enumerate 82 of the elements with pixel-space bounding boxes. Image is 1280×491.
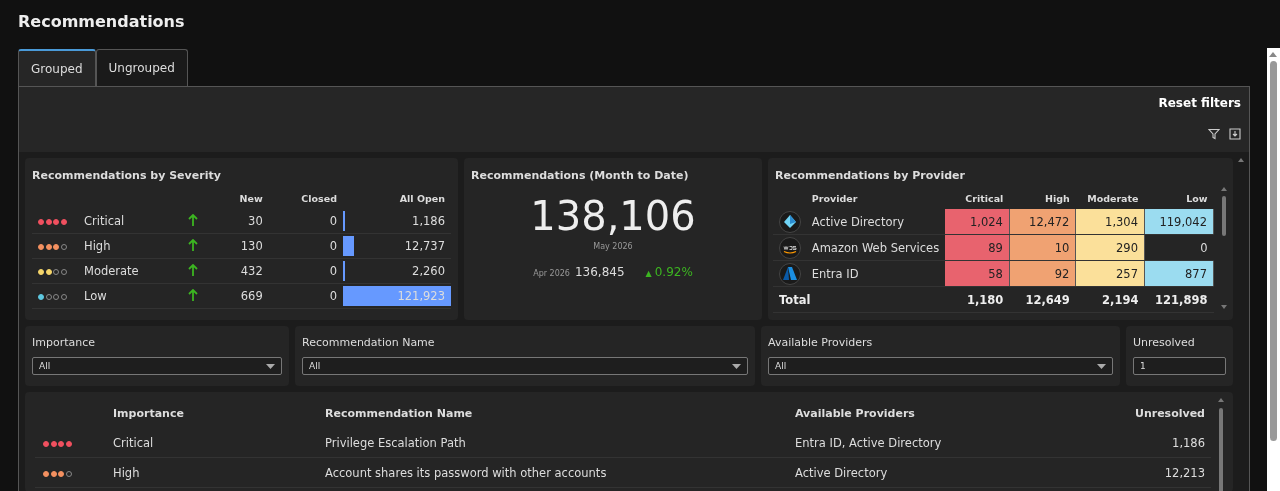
previous-value: 136,845 bbox=[574, 265, 625, 279]
total-cell: 2,194 bbox=[1075, 286, 1145, 313]
heatmap-cell: 58 bbox=[945, 260, 1010, 287]
filter-label: Recommendation Name bbox=[302, 336, 436, 349]
table-cell: 1,186 bbox=[1066, 428, 1211, 458]
severity-label: Low bbox=[78, 283, 182, 309]
filter-dropdown[interactable]: All bbox=[32, 357, 282, 375]
table-cell-text: 2,260 bbox=[412, 264, 446, 278]
column-header: New bbox=[238, 191, 264, 206]
up-arrow-icon bbox=[187, 288, 198, 301]
page-title: Recommendations bbox=[18, 11, 186, 33]
tab[interactable]: Grouped bbox=[18, 49, 96, 86]
column-header: Provider bbox=[805, 187, 946, 209]
heatmap-cell: 10 bbox=[1009, 234, 1076, 261]
kpi-value: 138,106 bbox=[530, 196, 696, 236]
filter-icon[interactable] bbox=[1208, 128, 1220, 140]
total-cell: 1,180 bbox=[945, 286, 1010, 313]
azure-logo-icon bbox=[779, 262, 801, 285]
heatmap-cell: 1,304 bbox=[1075, 209, 1145, 235]
column-header: Moderate bbox=[1075, 187, 1145, 209]
table-cell: Entra ID, Active Directory bbox=[789, 428, 1067, 458]
caret-icon bbox=[732, 363, 741, 369]
scrollbar[interactable] bbox=[1217, 398, 1225, 491]
column-header: High bbox=[1009, 187, 1076, 209]
up-arrow-icon bbox=[187, 213, 198, 226]
filter-input[interactable]: 1 bbox=[1133, 357, 1226, 375]
column-header: Unresolved bbox=[1133, 405, 1206, 422]
period-label: May 2026 bbox=[593, 242, 633, 251]
caret-icon bbox=[1097, 363, 1106, 369]
total-cell: 121,898 bbox=[1144, 286, 1214, 313]
column-header: All Open bbox=[398, 191, 446, 206]
column-header: Critical bbox=[945, 187, 1010, 209]
card-title: Recommendations by Severity bbox=[31, 168, 222, 182]
heatmap-cell: 0 bbox=[1144, 234, 1214, 261]
filter-label: Importance bbox=[32, 336, 97, 349]
filter-dropdown[interactable]: All bbox=[768, 357, 1113, 375]
total-cell: 12,649 bbox=[1009, 286, 1076, 313]
filter-label: Unresolved bbox=[1133, 336, 1196, 349]
heatmap-cell: 89 bbox=[945, 234, 1010, 261]
severity-label: High bbox=[78, 233, 182, 259]
heatmap-cell: 92 bbox=[1009, 260, 1076, 287]
column-header: Low bbox=[1144, 187, 1214, 209]
table-cell: Account shares its password with other accounts bbox=[319, 457, 789, 488]
column-header: Available Providers bbox=[794, 405, 916, 422]
previous-period-label: Apr 2026 bbox=[533, 269, 570, 278]
change-percent: 0.92% bbox=[654, 265, 693, 279]
filter-label: Available Providers bbox=[768, 336, 874, 349]
heatmap-cell: 12,472 bbox=[1009, 209, 1076, 235]
caret-icon bbox=[266, 363, 275, 369]
download-icon[interactable] bbox=[1229, 128, 1241, 140]
heatmap-cell: 877 bbox=[1144, 260, 1214, 287]
table-cell: 432 bbox=[213, 258, 269, 284]
card-title: Recommendations by Provider bbox=[774, 168, 966, 182]
table-cell-text: 12,737 bbox=[404, 239, 446, 253]
table-cell: Privilege Escalation Path bbox=[319, 428, 789, 458]
table-cell-text: 1,186 bbox=[412, 214, 446, 228]
table-cell: Active Directory bbox=[789, 457, 1067, 488]
filter-dropdown[interactable]: All bbox=[302, 357, 748, 375]
table-cell: Critical bbox=[107, 428, 319, 458]
table-cell: 130 bbox=[213, 233, 269, 259]
table-cell-text: 121,923 bbox=[397, 289, 446, 303]
column-header: Importance bbox=[112, 405, 185, 422]
reset-filters-link[interactable]: Reset filters bbox=[1158, 96, 1241, 110]
severity-label: Moderate bbox=[78, 258, 182, 284]
up-arrow-icon bbox=[187, 263, 198, 276]
up-arrow-icon bbox=[187, 238, 198, 251]
table-cell: 30 bbox=[213, 209, 269, 234]
heatmap-cell: 119,042 bbox=[1144, 209, 1214, 235]
table-cell: 12,213 bbox=[1066, 457, 1211, 488]
page-scrollbar[interactable] bbox=[1267, 48, 1280, 491]
table-cell: High bbox=[107, 457, 319, 488]
column-header: Recommendation Name bbox=[324, 405, 474, 422]
table-cell: 669 bbox=[213, 283, 269, 309]
column-header: Closed bbox=[300, 191, 338, 206]
total-label: Total bbox=[773, 286, 946, 313]
aws-logo-icon bbox=[779, 236, 801, 259]
card-title: Recommendations (Month to Date) bbox=[470, 168, 690, 182]
pyramid-icon bbox=[779, 210, 801, 233]
tab[interactable]: Ungrouped bbox=[95, 49, 188, 86]
heatmap-cell: 1,024 bbox=[945, 209, 1010, 235]
change-arrow-icon: ▲ bbox=[645, 269, 652, 278]
severity-label: Critical bbox=[78, 209, 182, 234]
